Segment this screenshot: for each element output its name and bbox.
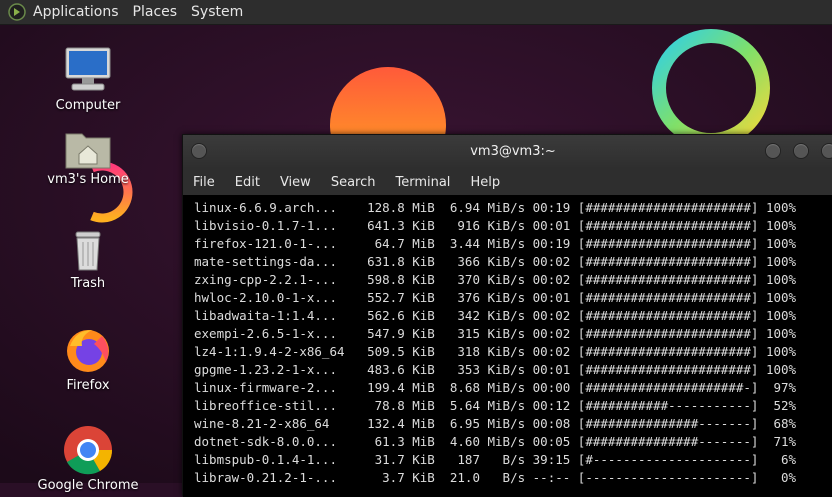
terminal-line: hwloc-2.10.0-1-x... 552.7 KiB 376 KiB/s … xyxy=(194,290,797,305)
terminal-window[interactable]: vm3@vm3:~ File Edit View Search Terminal… xyxy=(182,134,832,497)
minimize-icon[interactable] xyxy=(765,143,781,159)
terminal-line: firefox-121.0-1-... 64.7 MiB 3.44 MiB/s … xyxy=(194,236,797,251)
window-titlebar[interactable]: vm3@vm3:~ xyxy=(183,135,832,169)
terminal-line: libvisio-0.1.7-1... 641.3 KiB 916 KiB/s … xyxy=(194,218,797,233)
terminal-output[interactable]: linux-6.6.9.arch... 128.8 MiB 6.94 MiB/s… xyxy=(183,197,832,497)
terminal-line: linux-firmware-2... 199.4 MiB 8.68 MiB/s… xyxy=(194,380,797,395)
terminal-line: lz4-1:1.9.4-2-x86_64 509.5 KiB 318 KiB/s… xyxy=(194,344,797,359)
terminal-line: wine-8.21-2-x86_64 132.4 MiB 6.95 MiB/s … xyxy=(194,416,797,431)
menu-places[interactable]: Places xyxy=(133,4,186,20)
terminal-line: libmspub-0.1.4-1... 31.7 KiB 187 B/s 39:… xyxy=(194,452,797,467)
terminal-line: exempi-2.6.5-1-x... 547.9 KiB 315 KiB/s … xyxy=(194,326,797,341)
desktop-icon-label: Google Chrome xyxy=(37,478,139,493)
desktop-icon-label: Firefox xyxy=(66,378,110,393)
desktop-icon-computer[interactable]: Computer xyxy=(36,44,140,113)
menu-view[interactable]: View xyxy=(270,175,321,190)
mate-logo-icon[interactable] xyxy=(8,3,26,21)
terminal-line: dotnet-sdk-8.0.0... 61.3 MiB 4.60 MiB/s … xyxy=(194,434,797,449)
desktop-icon-home[interactable]: vm3's Home xyxy=(36,126,140,187)
close-icon[interactable] xyxy=(821,143,832,159)
menu-applications[interactable]: Applications xyxy=(33,4,127,20)
maximize-icon[interactable] xyxy=(793,143,809,159)
terminal-line: libraw-0.21.2-1-... 3.7 KiB 21.0 B/s --:… xyxy=(194,470,797,485)
menu-search[interactable]: Search xyxy=(321,175,386,190)
terminal-line: linux-6.6.9.arch... 128.8 MiB 6.94 MiB/s… xyxy=(194,200,797,215)
menu-edit[interactable]: Edit xyxy=(225,175,270,190)
desktop-icon-label: vm3's Home xyxy=(47,172,129,187)
terminal-line: libadwaita-1:1.4... 562.6 KiB 342 KiB/s … xyxy=(194,308,797,323)
terminal-line: libreoffice-stil... 78.8 MiB 5.64 MiB/s … xyxy=(194,398,797,413)
firefox-icon xyxy=(67,330,109,372)
home-folder-icon xyxy=(65,133,111,169)
chrome-icon xyxy=(64,426,113,475)
terminal-line: mate-settings-da... 631.8 KiB 366 KiB/s … xyxy=(194,254,797,269)
desktop-icon-label: Computer xyxy=(55,98,121,113)
menu-terminal[interactable]: Terminal xyxy=(385,175,460,190)
top-panel: Applications Places System xyxy=(0,0,832,25)
terminal-line: zxing-cpp-2.2.1-... 598.8 KiB 370 KiB/s … xyxy=(194,272,797,287)
desktop-icon-trash[interactable]: Trash xyxy=(36,228,140,291)
menu-file[interactable]: File xyxy=(183,175,225,190)
computer-icon xyxy=(65,47,111,91)
terminal-menubar: File Edit View Search Terminal Help xyxy=(183,169,832,195)
menu-help[interactable]: Help xyxy=(460,175,510,190)
desktop-icon-label: Trash xyxy=(70,276,106,291)
desktop-icon-firefox[interactable]: Firefox xyxy=(36,324,140,393)
trash-icon xyxy=(75,231,101,271)
window-title: vm3@vm3:~ xyxy=(470,144,556,159)
menu-system[interactable]: System xyxy=(191,4,251,20)
terminal-line: gpgme-1.23.2-1-x... 483.6 KiB 353 KiB/s … xyxy=(194,362,797,377)
